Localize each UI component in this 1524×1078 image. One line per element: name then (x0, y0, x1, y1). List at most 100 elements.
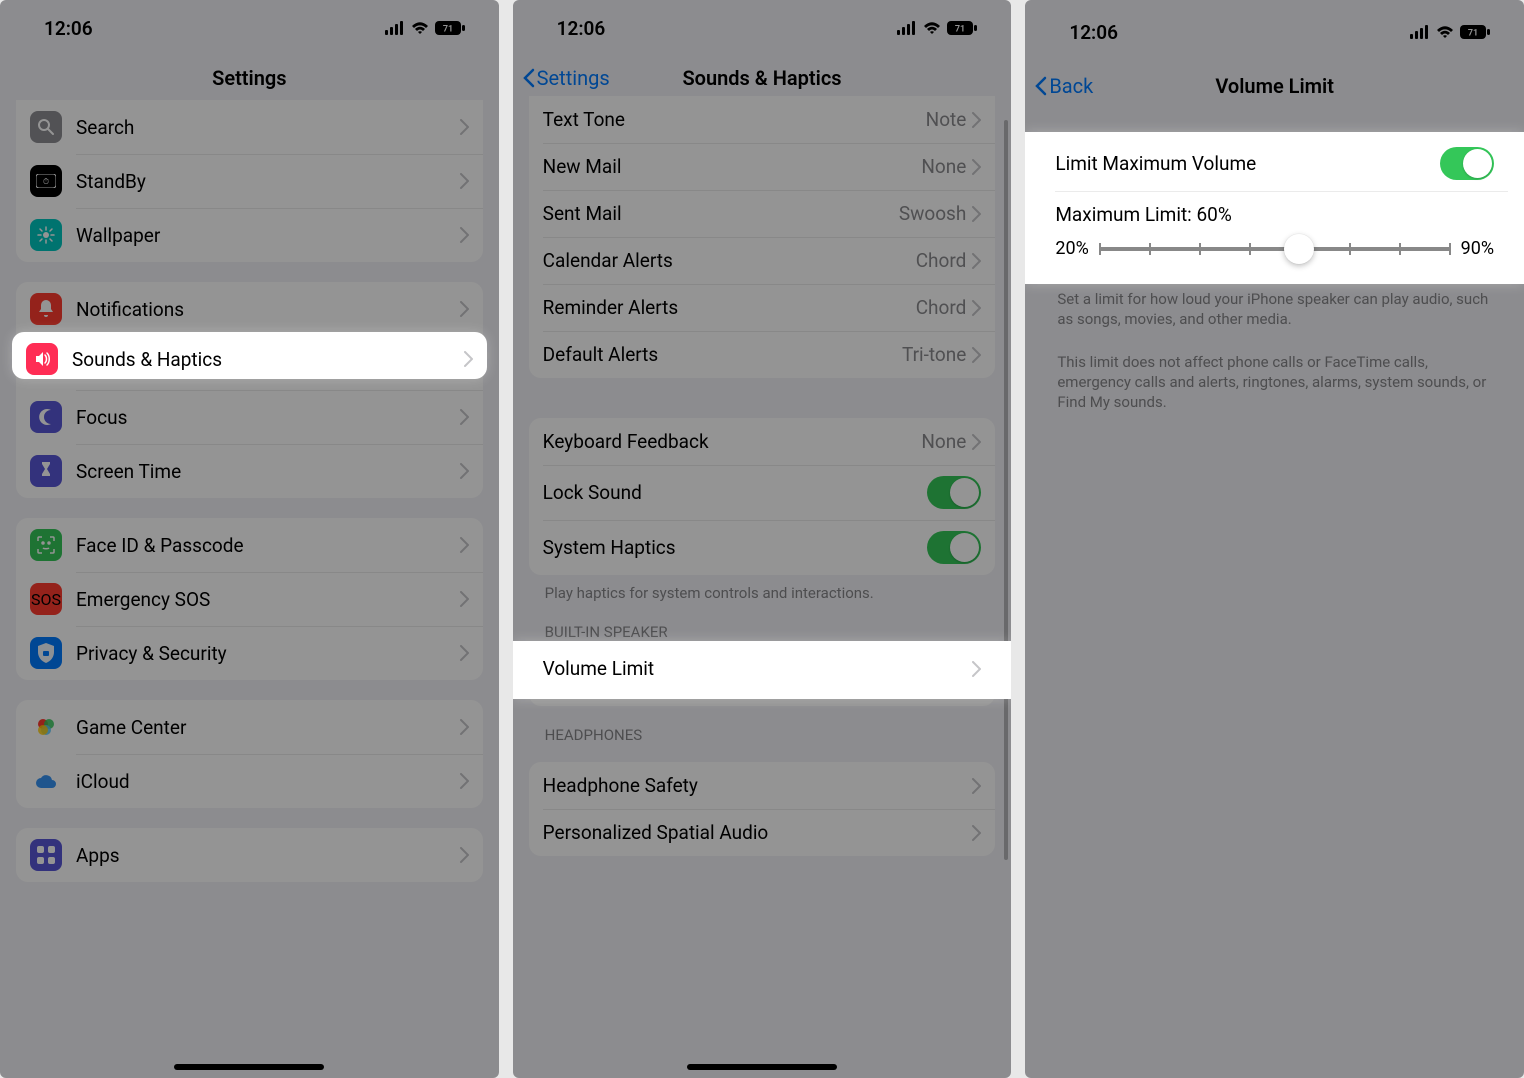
search-icon (30, 111, 62, 143)
back-button[interactable]: Settings (513, 66, 610, 90)
row-emergency-sos[interactable]: SOSEmergency SOS (16, 572, 483, 626)
chevron-right-icon (972, 253, 981, 269)
chevron-right-icon (460, 173, 469, 189)
status-bar: 12:06 71 (513, 0, 1012, 56)
row-privacy-security[interactable]: Privacy & Security (16, 626, 483, 680)
row-lock-sound[interactable]: Lock Sound (529, 465, 996, 520)
toggle-system-haptics[interactable] (927, 531, 981, 564)
screen-volume-limit: 12:06 71 Back Volume Limit Limit Maximum… (1025, 0, 1524, 1078)
settings-list[interactable]: Search ⏱StandByWallpaper NotificationsSoun… (0, 100, 499, 882)
row-value: None (921, 155, 966, 178)
row-label: Calendar Alerts (543, 249, 916, 272)
row-sounds-haptics-highlight[interactable]: Sounds & Haptics (12, 332, 487, 379)
status-time: 12:06 (557, 17, 606, 40)
max-limit-label: Maximum Limit: 60% (1055, 203, 1494, 226)
row-value: Tri-tone (902, 343, 966, 366)
row-label: Headphone Safety (543, 774, 973, 797)
battery-icon: 71 (435, 21, 465, 35)
row-search[interactable]: Search (16, 100, 483, 154)
row-system-haptics[interactable]: System Haptics (529, 520, 996, 575)
focus-icon (30, 401, 62, 433)
wifi-icon (923, 21, 941, 35)
row-label: Privacy & Security (76, 642, 460, 665)
chevron-right-icon (460, 773, 469, 789)
row-label: Volume Limit (543, 657, 973, 680)
chevron-right-icon (460, 719, 469, 735)
row-new-mail[interactable]: New MailNone (529, 143, 996, 190)
chevron-right-icon (460, 591, 469, 607)
row-value: Note (926, 108, 967, 131)
page-title: Settings (0, 66, 499, 90)
row-face-id-passcode[interactable]: Face ID & Passcode (16, 518, 483, 572)
row-notifications[interactable]: Notifications (16, 282, 483, 336)
slider-min-label: 20% (1055, 238, 1088, 259)
row-headphone-safety[interactable]: Headphone Safety (529, 762, 996, 809)
wifi-icon (1436, 25, 1454, 39)
apps-icon (30, 839, 62, 871)
row-label: Focus (76, 406, 460, 429)
status-icons: 71 (897, 21, 977, 35)
chevron-right-icon (460, 119, 469, 135)
back-label: Settings (537, 66, 610, 90)
chevron-right-icon (972, 347, 981, 363)
row-apps[interactable]: Apps (16, 828, 483, 882)
row-volume-limit[interactable]: Volume Limit (513, 641, 1012, 696)
row-sounds-haptics[interactable]: Sounds & Haptics (12, 332, 487, 379)
sounds-icon (26, 343, 58, 375)
status-bar: 12:06 71 (1025, 0, 1524, 64)
volume-limit-slider[interactable] (1099, 247, 1451, 251)
chevron-right-icon (464, 351, 473, 367)
row-keyboard-feedback[interactable]: Keyboard Feedback None (529, 418, 996, 465)
home-indicator[interactable] (174, 1064, 324, 1070)
row-calendar-alerts[interactable]: Calendar AlertsChord (529, 237, 996, 284)
row-sent-mail[interactable]: Sent MailSwoosh (529, 190, 996, 237)
chevron-right-icon (972, 206, 981, 222)
row-screen-time[interactable]: Screen Time (16, 444, 483, 498)
scroll-indicator[interactable] (1004, 120, 1008, 860)
row-volume-limit-highlight[interactable]: Volume Limit (513, 641, 1012, 699)
chevron-right-icon (972, 661, 981, 677)
svg-text:71: 71 (955, 25, 965, 35)
row-max-limit: Maximum Limit: 60% 20% 90% (1041, 191, 1508, 277)
chevron-right-icon (460, 301, 469, 317)
row-game-center[interactable]: Game Center (16, 700, 483, 754)
row-value: None (921, 430, 966, 453)
sounds-list[interactable]: Text ToneNoteNew MailNoneSent MailSwoosh… (513, 96, 1012, 856)
sos-icon: SOS (30, 583, 62, 615)
slider-thumb[interactable] (1284, 234, 1314, 264)
row-label: Apps (76, 844, 460, 867)
footer-1: Set a limit for how loud your iPhone spe… (1041, 281, 1508, 330)
svg-text:71: 71 (443, 25, 453, 35)
back-button[interactable]: Back (1025, 74, 1093, 98)
privacy-icon (30, 637, 62, 669)
row-limit-max-volume[interactable]: Limit Maximum Volume (1041, 136, 1508, 191)
svg-text:71: 71 (1468, 29, 1478, 39)
icloud-icon (30, 765, 62, 797)
row-value: Chord (916, 249, 967, 272)
toggle-limit-max-volume[interactable] (1440, 147, 1494, 180)
row-label: StandBy (76, 170, 460, 193)
chevron-right-icon (972, 300, 981, 316)
chevron-right-icon (972, 434, 981, 450)
row-icloud[interactable]: iCloud (16, 754, 483, 808)
row-wallpaper[interactable]: Wallpaper (16, 208, 483, 262)
toggle-lock-sound[interactable] (927, 476, 981, 509)
page-title: Volume Limit (1025, 74, 1524, 98)
row-label: Limit Maximum Volume (1055, 152, 1440, 175)
chevron-right-icon (972, 159, 981, 175)
status-time: 12:06 (1069, 21, 1118, 44)
navbar: Settings Sounds & Haptics (513, 56, 1012, 100)
row-value: Chord (916, 296, 967, 319)
row-personalized-spatial-audio[interactable]: Personalized Spatial Audio (529, 809, 996, 856)
notifications-icon (30, 293, 62, 325)
row-focus[interactable]: Focus (16, 390, 483, 444)
row-text-tone[interactable]: Text ToneNote (529, 96, 996, 143)
row-label: Screen Time (76, 460, 460, 483)
row-label: Personalized Spatial Audio (543, 821, 973, 844)
row-default-alerts[interactable]: Default AlertsTri-tone (529, 331, 996, 378)
home-indicator[interactable] (687, 1064, 837, 1070)
row-label: New Mail (543, 155, 922, 178)
row-label: Search (76, 116, 460, 139)
row-standby[interactable]: ⏱StandBy (16, 154, 483, 208)
row-reminder-alerts[interactable]: Reminder AlertsChord (529, 284, 996, 331)
